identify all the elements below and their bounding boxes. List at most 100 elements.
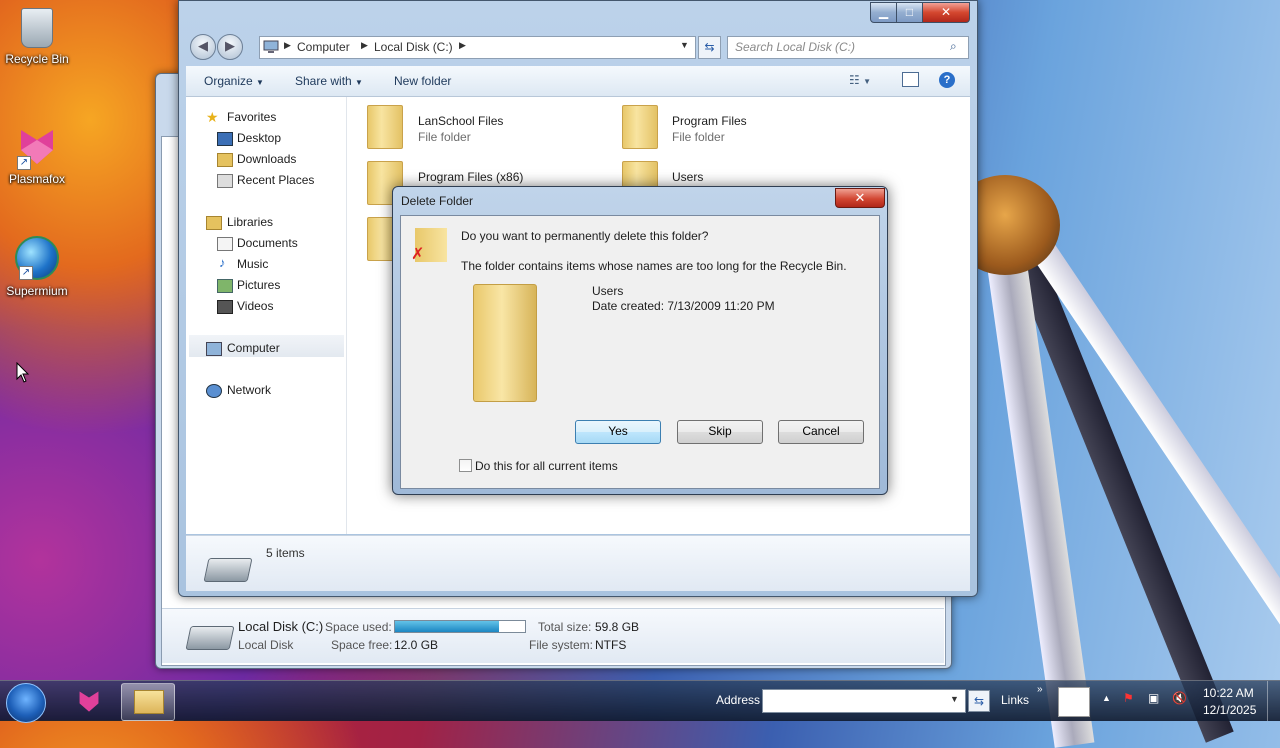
file-name[interactable]: Program Files xyxy=(672,114,747,128)
delete-folder-icon: ✗ xyxy=(411,228,447,263)
nav-downloads[interactable]: Downloads xyxy=(237,152,296,166)
share-with-menu[interactable]: Share with ▼ xyxy=(295,74,363,88)
breadcrumb-computer[interactable]: Computer xyxy=(297,40,350,54)
recycle-bin-icon xyxy=(21,8,53,48)
music-icon: ♪ xyxy=(219,255,226,270)
nav-network[interactable]: Network xyxy=(227,383,271,397)
help-icon[interactable]: ? xyxy=(939,72,955,88)
nav-desktop[interactable]: Desktop xyxy=(237,131,281,145)
forward-button[interactable]: ▶ xyxy=(217,34,243,60)
breadcrumb-local-disk[interactable]: Local Disk (C:) xyxy=(374,40,453,54)
nav-recent-places[interactable]: Recent Places xyxy=(237,173,314,187)
taskbar-plasmafox[interactable] xyxy=(63,683,115,719)
item-name: Users xyxy=(592,284,624,298)
pen-input-icon[interactable] xyxy=(1058,687,1090,717)
show-hidden-icons-button[interactable]: ▲ xyxy=(1102,693,1111,703)
libraries-icon xyxy=(206,216,222,230)
dialog-close-button[interactable]: ✕ xyxy=(835,188,885,208)
desktop-icon-label: Recycle Bin xyxy=(5,52,69,66)
clock-time[interactable]: 10:22 AM xyxy=(1203,686,1254,700)
breadcrumb-separator-icon: ▶ xyxy=(459,40,466,50)
clock-date[interactable]: 12/1/2025 xyxy=(1203,703,1256,717)
nav-favorites[interactable]: Favorites xyxy=(227,110,276,124)
file-type: File folder xyxy=(418,130,471,144)
start-button[interactable] xyxy=(6,683,46,723)
taskbar-address-input[interactable]: ▼ xyxy=(762,689,966,713)
show-desktop-button[interactable] xyxy=(1267,681,1280,721)
desktop-icon-recycle-bin[interactable]: Recycle Bin xyxy=(0,8,77,66)
folder-icon xyxy=(367,105,403,149)
nav-libraries[interactable]: Libraries xyxy=(227,215,273,229)
search-box[interactable]: Search Local Disk (C:) ⌕ xyxy=(727,36,969,59)
documents-icon xyxy=(217,237,233,251)
nav-videos[interactable]: Videos xyxy=(237,299,273,313)
maximize-button[interactable]: □ xyxy=(896,2,923,23)
file-name[interactable]: Users xyxy=(672,170,703,184)
file-type: File folder xyxy=(672,130,725,144)
search-placeholder: Search Local Disk (C:) xyxy=(735,40,856,54)
nav-music[interactable]: Music xyxy=(237,257,268,271)
skip-button[interactable]: Skip xyxy=(677,420,763,444)
nav-computer[interactable]: Computer xyxy=(227,341,280,355)
toolbar-overflow-icon[interactable]: » xyxy=(1037,684,1043,695)
all-items-checkbox[interactable] xyxy=(459,459,472,472)
computer-icon xyxy=(206,342,222,356)
star-icon: ★ xyxy=(206,109,219,125)
chevron-down-icon: ▼ xyxy=(355,78,363,87)
taskbar-explorer[interactable] xyxy=(121,683,175,721)
minimize-button[interactable]: ▁ xyxy=(870,2,897,23)
drive-type: Local Disk xyxy=(238,638,294,652)
mouse-cursor-icon xyxy=(16,362,30,383)
nav-pictures[interactable]: Pictures xyxy=(237,278,280,292)
desktop-icon-plasmafox[interactable]: ↗ Plasmafox xyxy=(0,124,77,186)
desktop-icon-supermium[interactable]: ↗ Supermium xyxy=(0,236,77,298)
view-options-icon[interactable]: ☷ ▼ xyxy=(849,73,871,87)
large-folder-icon xyxy=(473,284,537,402)
pictures-icon xyxy=(217,279,233,293)
network-icon xyxy=(206,384,222,398)
all-items-checkbox-label[interactable]: Do this for all current items xyxy=(475,459,618,473)
space-free-value: 12.0 GB xyxy=(394,638,439,652)
status-bar: 5 items xyxy=(186,535,970,591)
space-free-label: Space free: xyxy=(331,638,393,652)
desktop-icon-label: Plasmafox xyxy=(8,172,66,186)
breadcrumb-separator-icon: ▶ xyxy=(284,40,291,50)
cancel-button[interactable]: Cancel xyxy=(778,420,864,444)
go-button[interactable]: ⇆ xyxy=(968,690,990,712)
links-toolbar-label[interactable]: Links xyxy=(1001,693,1029,707)
hard-drive-icon xyxy=(185,626,235,650)
file-system-label: File system: xyxy=(529,638,594,652)
delete-folder-dialog[interactable]: Delete Folder ✕ ✗ Do you want to permane… xyxy=(392,186,888,495)
organize-label: Organize xyxy=(204,74,253,88)
action-center-icon[interactable]: ⚑ xyxy=(1123,691,1134,705)
refresh-button[interactable]: ⇆ xyxy=(698,36,721,59)
total-size-value: 59.8 GB xyxy=(595,620,640,634)
file-name[interactable]: Program Files (x86) xyxy=(418,170,523,184)
space-used-bar-fill xyxy=(395,621,499,632)
volume-muted-icon[interactable]: 🔇 xyxy=(1172,691,1187,705)
preview-pane-icon[interactable] xyxy=(902,72,919,87)
yes-button[interactable]: Yes xyxy=(575,420,661,444)
organize-menu[interactable]: Organize ▼ xyxy=(204,74,264,88)
chevron-down-icon[interactable]: ▼ xyxy=(950,694,959,704)
file-system-value: NTFS xyxy=(595,638,627,652)
desktop-icon xyxy=(217,132,233,146)
total-size-label: Total size: xyxy=(538,620,592,634)
network-tray-icon[interactable]: ▣ xyxy=(1148,691,1159,705)
address-bar[interactable]: ▶ Computer ▶ Local Disk (C:) ▶ ▼ xyxy=(259,36,696,59)
plasmafox-icon xyxy=(79,691,99,712)
search-icon: ⌕ xyxy=(950,39,957,53)
dialog-question: Do you want to permanently delete this f… xyxy=(461,229,709,243)
item-date: Date created: 7/13/2009 11:20 PM xyxy=(592,299,775,313)
file-name[interactable]: LanSchool Files xyxy=(418,114,503,128)
new-folder-button[interactable]: New folder xyxy=(394,74,451,88)
recent-places-icon xyxy=(217,174,233,188)
explorer-folder-icon xyxy=(134,690,164,714)
computer-icon xyxy=(263,40,279,53)
nav-documents[interactable]: Documents xyxy=(237,236,298,250)
back-button[interactable]: ◀ xyxy=(190,34,216,60)
close-button[interactable]: ✕ xyxy=(922,2,970,23)
chevron-down-icon: ▼ xyxy=(256,78,264,87)
address-dropdown-icon[interactable]: ▼ xyxy=(680,40,689,50)
dialog-title: Delete Folder xyxy=(401,194,474,208)
